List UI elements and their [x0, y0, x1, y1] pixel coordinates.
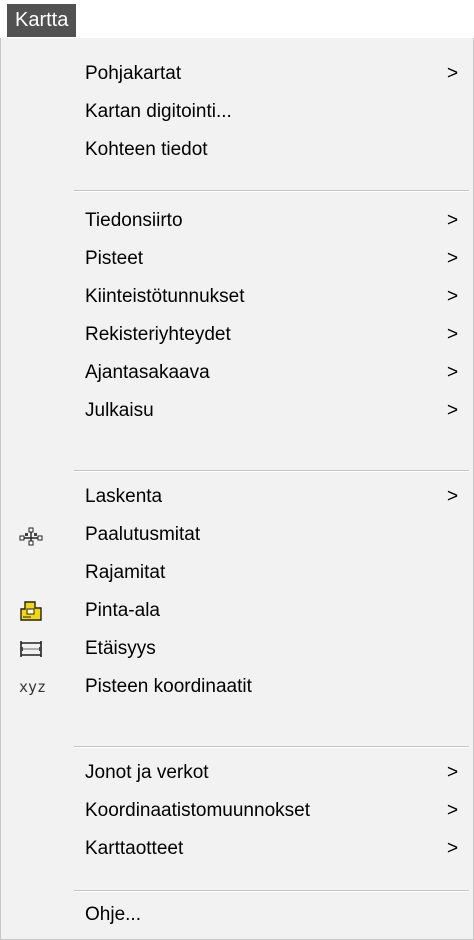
menu-item-label: Rajamitat [85, 562, 166, 583]
submenu-arrow-icon: > [447, 286, 459, 307]
menu-item-laskenta[interactable]: Laskenta > [1, 478, 473, 516]
menu-item-jonot-ja-verkot[interactable]: Jonot ja verkot > [1, 754, 473, 792]
submenu-arrow-icon: > [447, 362, 459, 383]
menu-item-kiinteistotunnukset[interactable]: Kiinteistötunnukset > [1, 278, 473, 316]
menu-item-label: Laskenta [85, 486, 163, 507]
menu-item-etaisyys[interactable]: Etäisyys [1, 630, 473, 668]
menu-item-label: Pisteen koordinaatit [85, 676, 252, 697]
menu-kartta[interactable]: Kartta [7, 4, 77, 37]
menu-item-label: Julkaisu [85, 400, 154, 421]
submenu-arrow-icon: > [447, 63, 459, 84]
menu-item-label: Paalutusmitat [85, 524, 201, 545]
menu-item-pohjakartat[interactable]: Pohjakartat > [1, 55, 473, 93]
menu-item-label: Ohje... [85, 904, 141, 925]
menu-item-label: Kohteen tiedot [85, 139, 208, 160]
menu-separator [74, 746, 469, 748]
menu-item-label: Kiinteistötunnukset [85, 286, 245, 307]
submenu-arrow-icon: > [447, 486, 459, 507]
submenu-arrow-icon: > [447, 210, 459, 231]
menu-separator [74, 890, 469, 892]
menu-item-kartan-digitointi[interactable]: Kartan digitointi... [1, 93, 473, 131]
menu-item-ajantasakaava[interactable]: Ajantasakaava > [1, 354, 473, 392]
menu-item-pisteet[interactable]: Pisteet > [1, 240, 473, 278]
submenu-arrow-icon: > [447, 324, 459, 345]
staking-measure-icon [19, 527, 43, 546]
menu-item-paalutusmitat[interactable]: Paalutusmitat [1, 516, 473, 554]
menu-item-tiedonsiirto[interactable]: Tiedonsiirto > [1, 202, 473, 240]
menu-item-koordinaatistomuunnokset[interactable]: Koordinaatistomuunnokset > [1, 792, 473, 830]
kartta-dropdown-menu: Pohjakartat > Kartan digitointi... Kohte… [0, 38, 474, 940]
distance-icon [20, 641, 42, 657]
menu-item-rekisteriyhteydet[interactable]: Rekisteriyhteydet > [1, 316, 473, 354]
menu-item-label: Pohjakartat [85, 63, 182, 84]
menu-item-label: Etäisyys [85, 638, 156, 659]
menu-item-label: Kartan digitointi... [85, 101, 232, 122]
menu-item-julkaisu[interactable]: Julkaisu > [1, 392, 473, 430]
area-icon [20, 601, 42, 621]
menu-item-label: Tiedonsiirto [85, 210, 183, 231]
xyz-icon: xyz [19, 678, 47, 696]
menu-item-label: Pisteet [85, 248, 144, 269]
menu-item-kohteen-tiedot[interactable]: Kohteen tiedot [1, 131, 473, 169]
submenu-arrow-icon: > [447, 838, 459, 859]
submenu-arrow-icon: > [447, 800, 459, 821]
menu-item-label: Jonot ja verkot [85, 762, 209, 783]
menu-item-rajamitat[interactable]: Rajamitat [1, 554, 473, 592]
submenu-arrow-icon: > [447, 248, 459, 269]
menu-item-label: Ajantasakaava [85, 362, 210, 383]
submenu-arrow-icon: > [447, 400, 459, 421]
menu-item-pinta-ala[interactable]: Pinta-ala [1, 592, 473, 630]
menu-item-label: Pinta-ala [85, 600, 160, 621]
menu-item-ohje[interactable]: Ohje... [1, 896, 473, 934]
menu-item-karttaotteet[interactable]: Karttaotteet > [1, 830, 473, 868]
menu-item-label: Koordinaatistomuunnokset [85, 800, 310, 821]
submenu-arrow-icon: > [447, 762, 459, 783]
menu-separator [74, 470, 469, 472]
menu-item-label: Rekisteriyhteydet [85, 324, 231, 345]
menu-bar: Kartta [0, 0, 474, 38]
menu-item-pisteen-koordinaatit[interactable]: xyz Pisteen koordinaatit [1, 668, 473, 706]
menu-separator [74, 190, 469, 192]
menu-item-label: Karttaotteet [85, 838, 184, 859]
